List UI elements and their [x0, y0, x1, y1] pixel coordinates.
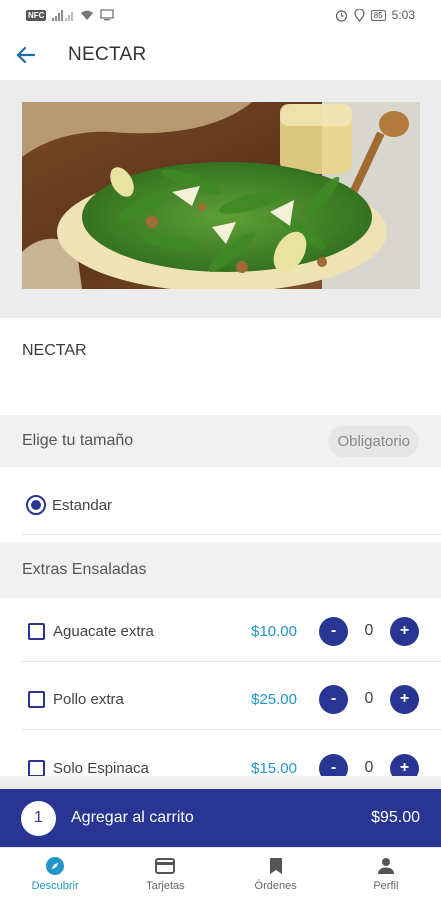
- location-icon: [354, 8, 365, 22]
- extra-item-price: $15.00: [251, 759, 297, 777]
- bookmark-icon: [266, 856, 286, 876]
- extra-item-price: $25.00: [251, 690, 297, 708]
- alarm-icon: [335, 9, 347, 22]
- size-section-header: Elige tu tamaño Obligatorio: [0, 415, 441, 467]
- nav-label: Tarjetas: [146, 880, 185, 892]
- nav-item-perfil[interactable]: Perfil: [331, 848, 441, 900]
- app-bar: NECTAR: [0, 30, 441, 80]
- compass-icon: [45, 856, 65, 876]
- bottom-nav: Descubrir Tarjetas Órdenes Perfil: [0, 847, 441, 900]
- extra-item-label: Pollo extra: [53, 690, 124, 708]
- add-to-cart-button[interactable]: 1 Agregar al carrito $95.00: [0, 789, 441, 847]
- nfc-icon: NFC: [26, 9, 47, 21]
- divider: [22, 729, 441, 730]
- extra-item-label: Aguacate extra: [53, 622, 154, 640]
- size-option-label: Estandar: [52, 496, 113, 514]
- radio-button[interactable]: [26, 495, 46, 515]
- extras-section-header: Extras Ensaladas: [0, 542, 441, 598]
- divider: [22, 534, 441, 535]
- increment-button[interactable]: +: [390, 684, 419, 714]
- extras-section-title: Extras Ensaladas: [22, 561, 147, 578]
- size-section-title: Elige tu tamaño: [22, 432, 134, 449]
- size-option-standard[interactable]: Estandar: [0, 477, 441, 533]
- nav-label: Descubrir: [31, 880, 79, 892]
- product-name: NECTAR: [22, 342, 87, 359]
- cart-total: $95.00: [371, 809, 420, 826]
- wifi-icon: [81, 10, 94, 20]
- checkbox[interactable]: [28, 759, 45, 777]
- decrement-button[interactable]: -: [319, 616, 348, 646]
- divider: [22, 661, 441, 662]
- nav-item-tarjetas[interactable]: Tarjetas: [110, 848, 220, 900]
- quantity-value: 0: [364, 690, 374, 707]
- back-button[interactable]: [0, 30, 52, 80]
- status-bar: NFC 85 5:03: [0, 0, 441, 30]
- status-time: 5:03: [391, 8, 415, 22]
- required-badge: Obligatorio: [328, 425, 419, 457]
- quantity-value: 0: [364, 622, 374, 639]
- checkbox[interactable]: [28, 690, 45, 708]
- status-right: 85 5:03: [335, 8, 415, 22]
- person-icon: [376, 856, 396, 876]
- status-left: NFC: [26, 9, 115, 21]
- hero-section: [0, 80, 441, 318]
- quantity-value: 0: [364, 759, 374, 776]
- extra-item-pollo[interactable]: Pollo extra $25.00 - 0 +: [0, 669, 441, 729]
- nav-label: Perfil: [373, 880, 399, 892]
- arrow-back-icon: [16, 46, 36, 64]
- nav-item-ordenes[interactable]: Órdenes: [221, 848, 331, 900]
- product-image: [22, 102, 420, 289]
- screen-icon: [100, 9, 115, 21]
- cart-quantity-badge: 1: [21, 800, 56, 836]
- salad-photo: [22, 102, 420, 289]
- product-name-section: NECTAR: [0, 318, 441, 408]
- increment-button[interactable]: +: [390, 616, 419, 646]
- nav-item-descubrir[interactable]: Descubrir: [0, 848, 110, 900]
- decrement-button[interactable]: -: [319, 684, 348, 714]
- radio-selected-dot: [31, 500, 41, 510]
- extra-item-label: Solo Espinaca: [53, 759, 149, 777]
- card-icon: [155, 856, 176, 876]
- scroll-edge: [0, 776, 441, 789]
- battery-icon: 85: [370, 9, 386, 21]
- extra-item-aguacate[interactable]: Aguacate extra $10.00 - 0 +: [0, 601, 441, 661]
- page-title: NECTAR: [68, 44, 147, 65]
- add-to-cart-label: Agregar al carrito: [71, 809, 194, 826]
- extra-item-price: $10.00: [251, 622, 297, 640]
- checkbox[interactable]: [28, 622, 45, 640]
- nav-label: Órdenes: [254, 880, 297, 892]
- signal-icon: [52, 10, 74, 21]
